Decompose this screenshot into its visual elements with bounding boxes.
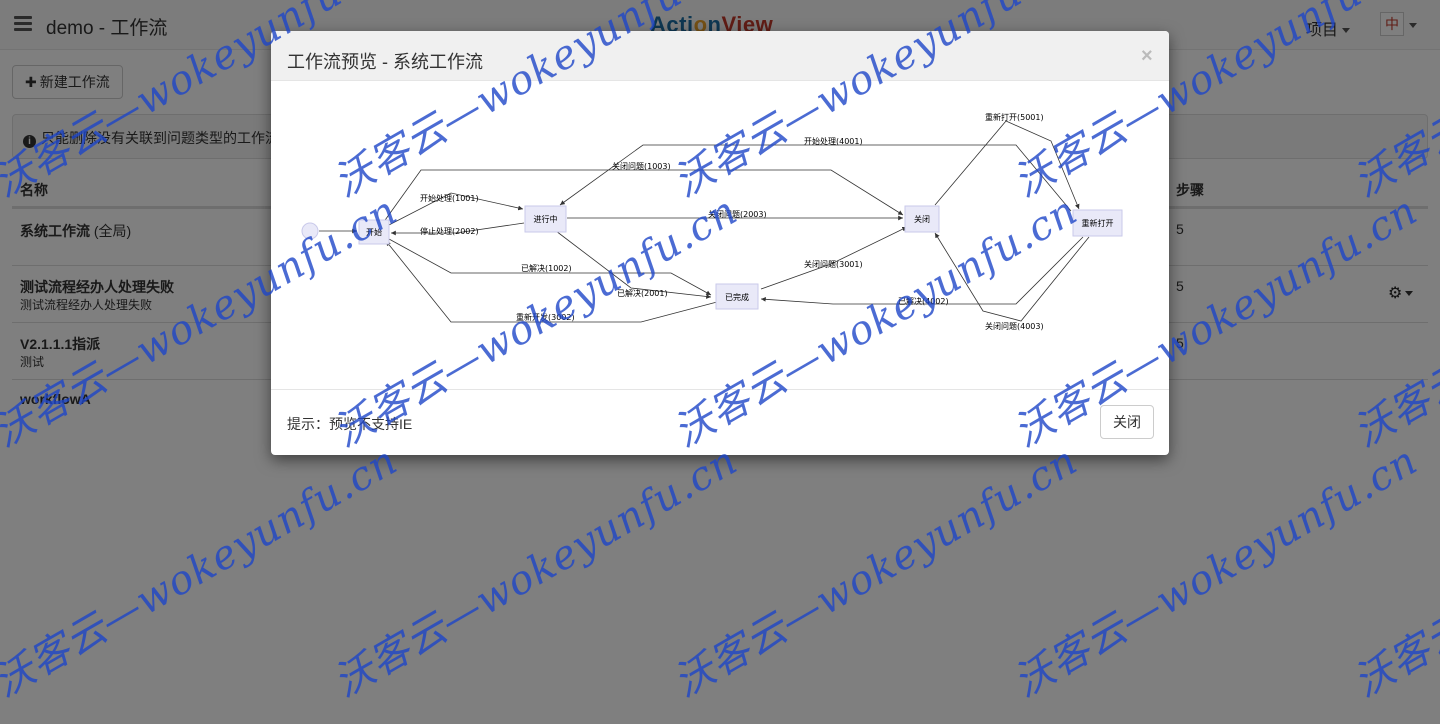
workflow-diagram: 开始 进行中 关闭 重新打开 已完成 开始处理(1001) 停止处理(2002)… [301,112,1123,331]
workflow-preview-modal: 工作流预览 - 系统工作流 × 开始 进行中 关闭 重新打开 已完成 开始处理(… [271,31,1169,455]
modal-title: 工作流预览 - 系统工作流 [287,52,483,72]
edge-label-3002: 重新开发(3002) [516,312,575,322]
edge-5001 [934,120,1080,210]
edge-2001 [555,230,712,299]
edge-label-1001: 开始处理(1001) [420,193,479,203]
edge-3002 [385,240,718,323]
ie-hint: 提示：预览不支持IE [287,416,413,432]
node-resolved-label: 已完成 [725,292,749,302]
edge-4003 [934,232,1090,322]
edge-label-5001: 重新打开(5001) [985,112,1044,122]
node-resolved: 已完成 [715,283,759,310]
edge-label-3001: 关闭问题(3001) [804,259,863,269]
edge-label-4001: 开始处理(4001) [804,136,863,146]
edge-label-4002: 已解决(4002) [898,296,949,306]
edge-label-1003: 关闭问题(1003) [612,161,671,171]
edge-label-2001: 已解决(2001) [617,288,668,298]
node-closed: 关闭 [904,205,940,233]
close-icon[interactable]: × [1141,45,1153,68]
edge-4002 [760,236,1084,305]
initial-node [301,222,319,240]
edge-label-4003: 关闭问题(4003) [985,321,1044,331]
node-in-progress-label: 进行中 [534,214,558,224]
edge-4001 [559,144,1072,212]
edge-label-2002: 停止处理(2002) [420,226,479,236]
modal-header: 工作流预览 - 系统工作流 × [271,31,1169,81]
edge-label-2003: 关闭问题(2003) [708,209,767,219]
edge-label-1002: 已解决(1002) [521,263,572,273]
node-start: 开始 [358,219,390,245]
modal-footer: 提示：预览不支持IE 关闭 [271,390,1169,455]
node-start-label: 开始 [366,227,382,237]
node-closed-label: 关闭 [914,214,930,224]
node-reopened-label: 重新打开 [1082,218,1114,228]
node-reopened: 重新打开 [1072,209,1123,237]
node-in-progress: 进行中 [524,205,567,233]
edge-3001 [760,226,908,290]
close-button[interactable]: 关闭 [1100,405,1154,439]
workflow-diagram-area: 开始 进行中 关闭 重新打开 已完成 开始处理(1001) 停止处理(2002)… [271,81,1169,390]
